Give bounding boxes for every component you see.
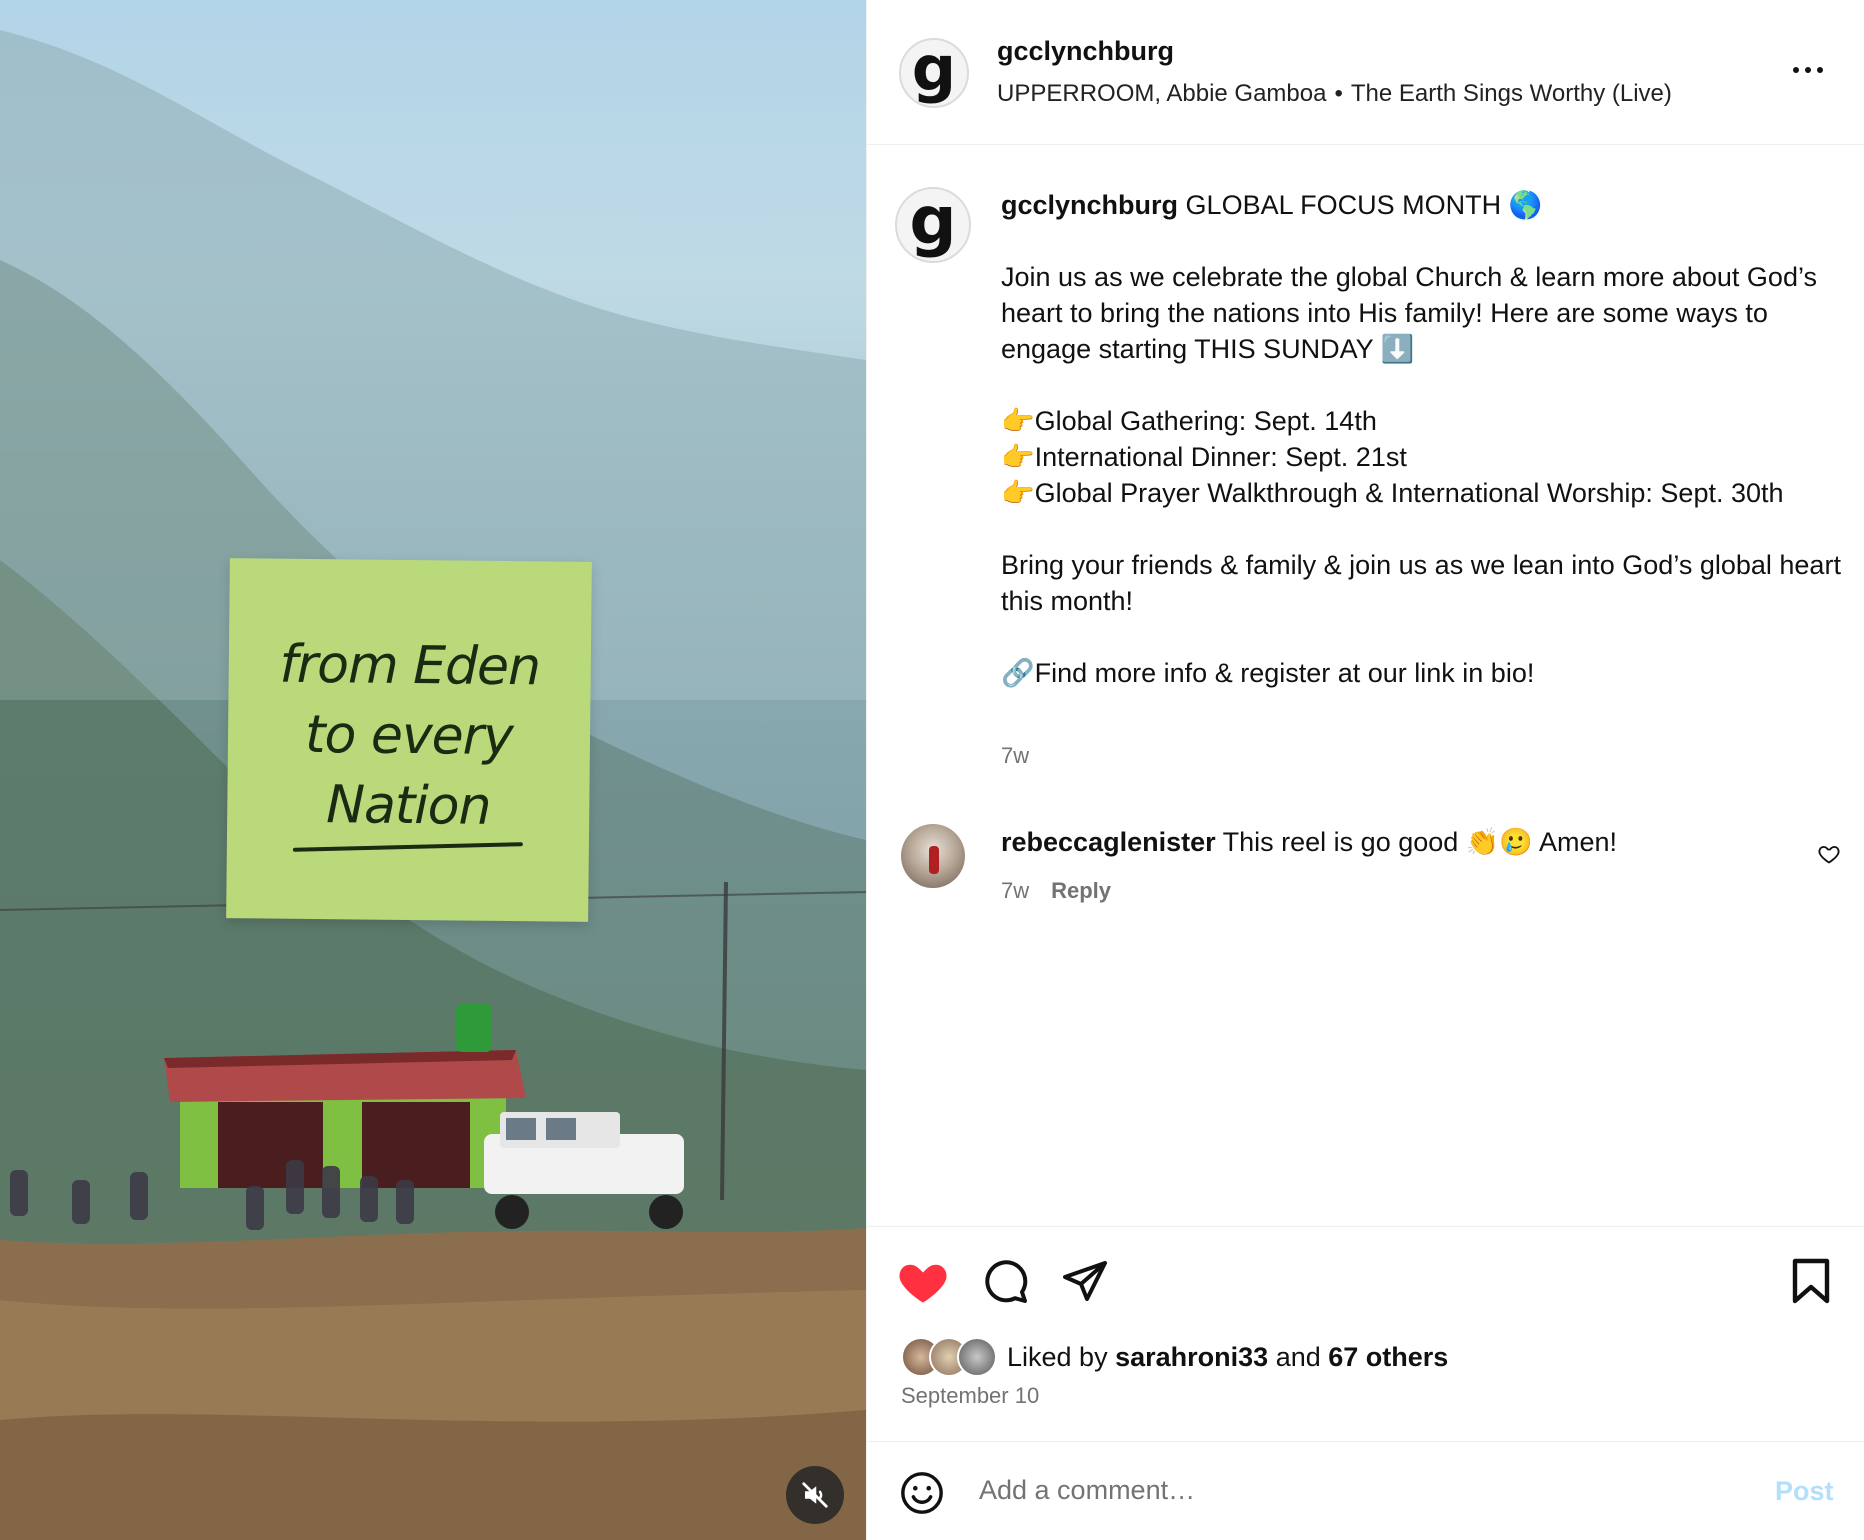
liker-avatar[interactable] bbox=[957, 1337, 997, 1377]
caption-list-item: 👉Global Prayer Walkthrough & Internation… bbox=[1001, 478, 1784, 508]
comment-meta: 7w Reply bbox=[1001, 878, 1111, 904]
smiley-icon bbox=[901, 1472, 943, 1514]
caption-list-item: 👉Global Gathering: Sept. 14th bbox=[1001, 406, 1377, 436]
avatar[interactable]: g bbox=[895, 187, 971, 263]
sticky-note-line: to every bbox=[304, 704, 514, 768]
post-date[interactable]: September 10 bbox=[901, 1383, 1039, 1409]
sticky-note-line: from Eden bbox=[279, 634, 541, 698]
caption-paragraph: 🔗Find more info & register at our link i… bbox=[1001, 658, 1535, 688]
sticky-note: from Eden to every Nation bbox=[226, 558, 592, 922]
caption-title: GLOBAL FOCUS MONTH 🌎 bbox=[1185, 190, 1543, 220]
caption-username[interactable]: gcclynchburg bbox=[1001, 190, 1178, 220]
audio-attribution[interactable]: UPPERROOM, Abbie Gamboa • The Earth Sings … bbox=[997, 80, 1672, 108]
comment-text: rebeccaglenister This reel is go good 👏🥲… bbox=[1001, 826, 1617, 858]
commenter-avatar[interactable] bbox=[901, 824, 965, 888]
emoji-button[interactable] bbox=[899, 1470, 945, 1521]
liked-by-text: Liked by sarahroni33 and 67 others bbox=[1007, 1342, 1448, 1373]
comment-button[interactable] bbox=[981, 1257, 1029, 1310]
reply-button[interactable]: Reply bbox=[1051, 878, 1111, 903]
separator-dot: • bbox=[1334, 80, 1343, 107]
audio-title[interactable]: The Earth Sings Worthy (Live) bbox=[1351, 80, 1672, 107]
liked-by-prefix: Liked by bbox=[1007, 1341, 1108, 1372]
save-button[interactable] bbox=[1789, 1257, 1833, 1310]
avatar-letter: g bbox=[909, 182, 957, 259]
comment-like-button[interactable] bbox=[1817, 842, 1841, 871]
liker-username[interactable]: sarahroni33 bbox=[1115, 1342, 1268, 1372]
heart-outline-icon bbox=[1818, 846, 1840, 864]
caption-text: gcclynchburg GLOBAL FOCUS MONTH 🌎 Join u… bbox=[1001, 187, 1851, 691]
caption-paragraph: Join us as we celebrate the global Churc… bbox=[1001, 262, 1817, 364]
username-link[interactable]: gcclynchburg bbox=[997, 36, 1174, 67]
add-comment-bar: Post bbox=[867, 1441, 1864, 1540]
post-actions: Liked by sarahroni33 and 67 others Septe… bbox=[867, 1226, 1864, 1441]
caption-paragraph: Bring your friends & family & join us as… bbox=[1001, 550, 1841, 616]
share-button[interactable] bbox=[1061, 1257, 1109, 1310]
sticky-note-underline bbox=[292, 842, 523, 852]
speaker-muted-icon bbox=[802, 1482, 828, 1508]
caption-list-item: 👉International Dinner: Sept. 21st bbox=[1001, 442, 1407, 472]
caption-timestamp[interactable]: 7w bbox=[1001, 743, 1029, 769]
audio-artist[interactable]: UPPERROOM, Abbie Gamboa bbox=[997, 80, 1326, 107]
comment-body: This reel is go good 👏🥲 Amen! bbox=[1222, 827, 1618, 857]
comment-timestamp[interactable]: 7w bbox=[1001, 878, 1029, 903]
paper-plane-icon bbox=[1063, 1261, 1107, 1301]
liked-by-and: and bbox=[1275, 1341, 1321, 1372]
post-panel: g gcclynchburg UPPERROOM, Abbie Gamboa • T… bbox=[866, 0, 1864, 1540]
post-comment-button[interactable]: Post bbox=[1775, 1476, 1834, 1507]
more-options-icon bbox=[1793, 67, 1799, 73]
avatar-figure bbox=[929, 846, 939, 874]
heart-filled-icon bbox=[899, 1264, 947, 1303]
likes-count-link[interactable]: 67 others bbox=[1328, 1342, 1448, 1372]
mute-button[interactable] bbox=[786, 1466, 844, 1524]
comment-bubble-icon bbox=[985, 1260, 1028, 1303]
comment-input[interactable] bbox=[979, 1466, 1699, 1514]
avatar-letter: g bbox=[911, 32, 957, 105]
commenter-username[interactable]: rebeccaglenister bbox=[1001, 827, 1216, 857]
like-button[interactable] bbox=[897, 1257, 949, 1310]
reel-video[interactable]: from Eden to every Nation bbox=[0, 0, 866, 1540]
bookmark-icon bbox=[1792, 1258, 1830, 1304]
sticky-note-line: Nation bbox=[325, 775, 491, 837]
more-options-icon bbox=[1805, 67, 1811, 73]
liked-by-row: Liked by sarahroni33 and 67 others bbox=[901, 1337, 1448, 1377]
avatar[interactable]: g bbox=[899, 38, 969, 108]
more-options-button[interactable] bbox=[1793, 58, 1833, 82]
more-options-icon bbox=[1817, 67, 1823, 73]
post-header: g gcclynchburg UPPERROOM, Abbie Gamboa • T… bbox=[867, 0, 1864, 145]
